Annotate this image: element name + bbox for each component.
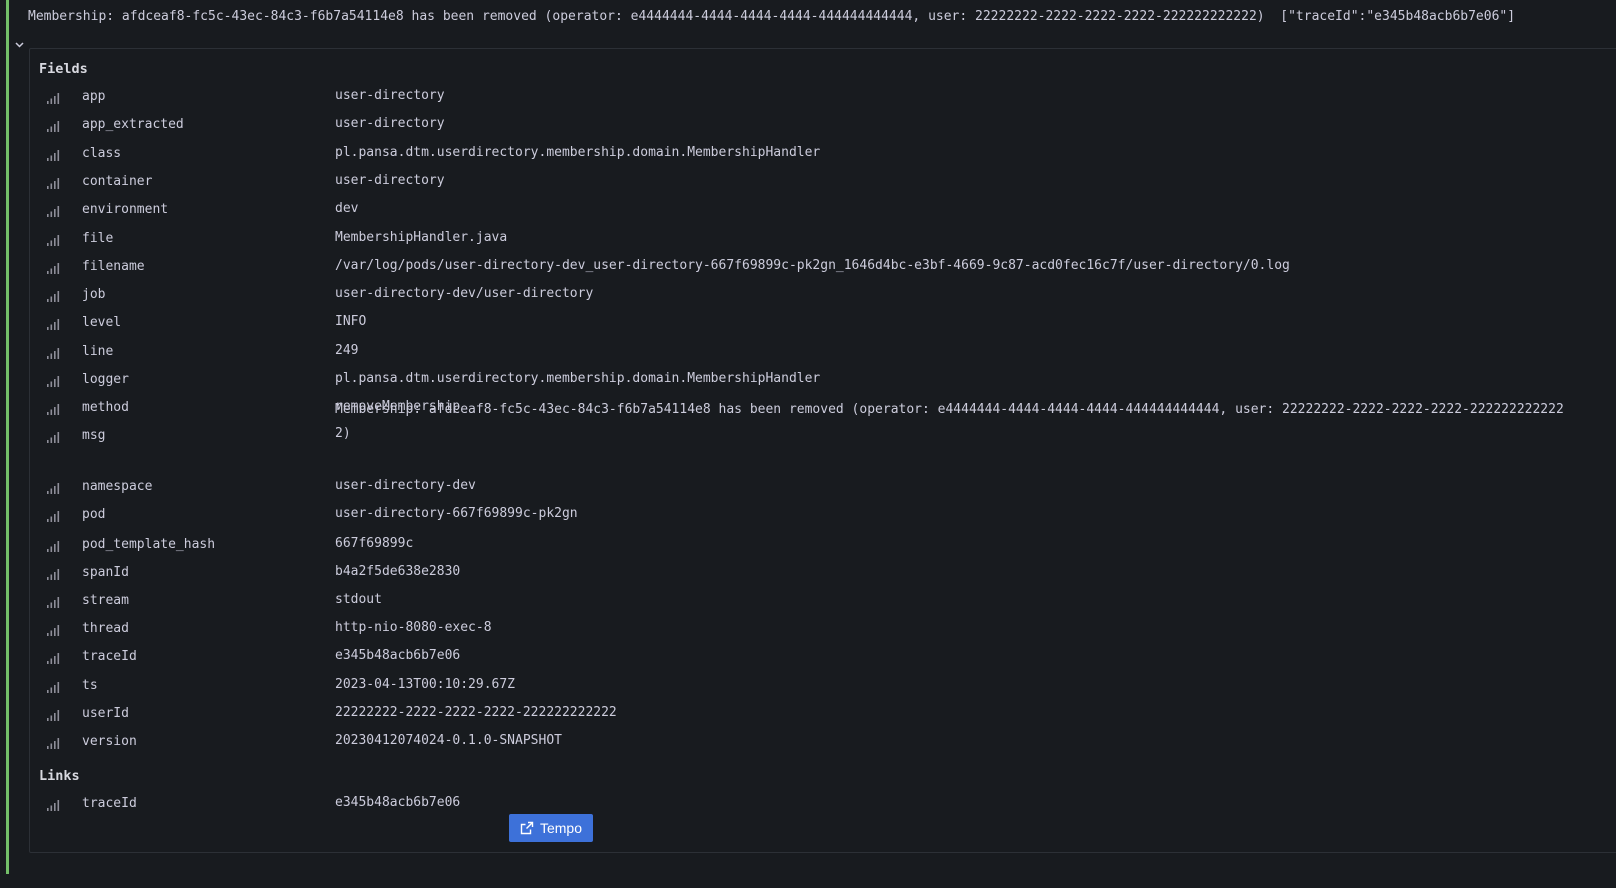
field-value: 249 <box>335 343 359 358</box>
stats-icon[interactable] <box>46 317 60 331</box>
stats-icon[interactable] <box>46 430 60 444</box>
stats-icon[interactable] <box>46 680 60 694</box>
stats-icon[interactable] <box>46 233 60 247</box>
field-value: user-directory <box>335 88 445 103</box>
field-key: ts <box>82 678 98 693</box>
field-key: logger <box>82 372 129 387</box>
field-key: thread <box>82 621 129 636</box>
stats-icon[interactable] <box>46 539 60 553</box>
field-value: user-directory-667f69899c-pk2gn <box>335 506 578 521</box>
field-value: e345b48acb6b7e06 <box>335 648 461 663</box>
log-details-panel: Fields app user-directory app_extracted use… <box>29 48 1616 853</box>
field-key: traceId <box>82 649 137 664</box>
stats-icon[interactable] <box>46 176 60 190</box>
field-value: stdout <box>335 592 382 607</box>
stats-icon[interactable] <box>46 374 60 388</box>
field-value: 667f69899c <box>335 536 414 551</box>
field-key: pod_template_hash <box>82 537 216 552</box>
log-line-text: Membership: afdceaf8-fc5c-43ec-84c3-f6b7… <box>28 8 1516 24</box>
stats-icon[interactable] <box>46 289 60 303</box>
field-value: /var/log/pods/user-directory-dev_user-di… <box>335 258 1290 273</box>
field-key: line <box>82 344 114 359</box>
field-key: file <box>82 231 114 246</box>
stats-icon[interactable] <box>46 346 60 360</box>
field-value: 20230412074024-0.1.0-SNAPSHOT <box>335 733 562 748</box>
field-key: method <box>82 400 129 415</box>
field-value: dev <box>335 201 359 216</box>
field-value: INFO <box>335 314 367 329</box>
field-value: pl.pansa.dtm.userdirectory.membership.do… <box>335 145 821 160</box>
stats-icon[interactable] <box>46 623 60 637</box>
field-value: Membership: afdceaf8-fc5c-43ec-84c3-f6b7… <box>335 402 1564 441</box>
field-value: pl.pansa.dtm.userdirectory.membership.do… <box>335 371 821 386</box>
log-row[interactable]: Membership: afdceaf8-fc5c-43ec-84c3-f6b7… <box>0 0 1616 888</box>
field-key: namespace <box>82 479 153 494</box>
stats-icon[interactable] <box>46 736 60 750</box>
field-value: user-directory-dev/user-directory <box>335 286 594 301</box>
field-key: app <box>82 89 106 104</box>
field-key: version <box>82 734 137 749</box>
field-key: userId <box>82 706 129 721</box>
field-value: b4a2f5de638e2830 <box>335 564 461 579</box>
stats-icon[interactable] <box>46 509 60 523</box>
stats-icon[interactable] <box>46 481 60 495</box>
field-key: filename <box>82 259 145 274</box>
field-key: level <box>82 315 122 330</box>
chevron-down-icon[interactable] <box>14 9 25 48</box>
field-key: app_extracted <box>82 117 184 132</box>
field-key: job <box>82 287 106 302</box>
tempo-link-button[interactable]: Tempo <box>509 814 593 842</box>
field-key: class <box>82 146 122 161</box>
stats-icon[interactable] <box>46 708 60 722</box>
links-section-title: Links <box>39 768 80 784</box>
link-value: e345b48acb6b7e06 <box>335 795 461 810</box>
stats-icon[interactable] <box>46 798 60 812</box>
field-value: 2023-04-13T00:10:29.67Z <box>335 677 516 692</box>
field-key: container <box>82 174 153 189</box>
stats-icon[interactable] <box>46 91 60 105</box>
field-value: 22222222-2222-2222-2222-222222222222 <box>335 705 617 720</box>
stats-icon[interactable] <box>46 261 60 275</box>
field-key: stream <box>82 593 129 608</box>
field-value: user-directory <box>335 173 445 188</box>
tempo-button-label: Tempo <box>539 820 583 836</box>
stats-icon[interactable] <box>46 402 60 416</box>
field-key: pod <box>82 507 106 522</box>
field-key: environment <box>82 202 169 217</box>
external-link-icon <box>520 821 534 835</box>
stats-icon[interactable] <box>46 204 60 218</box>
field-value: user-directory <box>335 116 445 131</box>
fields-section-title: Fields <box>39 61 88 77</box>
log-level-indicator <box>6 0 9 874</box>
stats-icon[interactable] <box>46 651 60 665</box>
stats-icon[interactable] <box>46 595 60 609</box>
stats-icon[interactable] <box>46 119 60 133</box>
field-key: msg <box>82 428 106 443</box>
stats-icon[interactable] <box>46 567 60 581</box>
log-line[interactable]: Membership: afdceaf8-fc5c-43ec-84c3-f6b7… <box>14 6 1516 48</box>
field-value: MembershipHandler.java <box>335 230 508 245</box>
field-value: http-nio-8080-exec-8 <box>335 620 492 635</box>
field-value: user-directory-dev <box>335 478 476 493</box>
field-key: spanId <box>82 565 129 580</box>
stats-icon[interactable] <box>46 148 60 162</box>
link-key: traceId <box>82 796 137 811</box>
